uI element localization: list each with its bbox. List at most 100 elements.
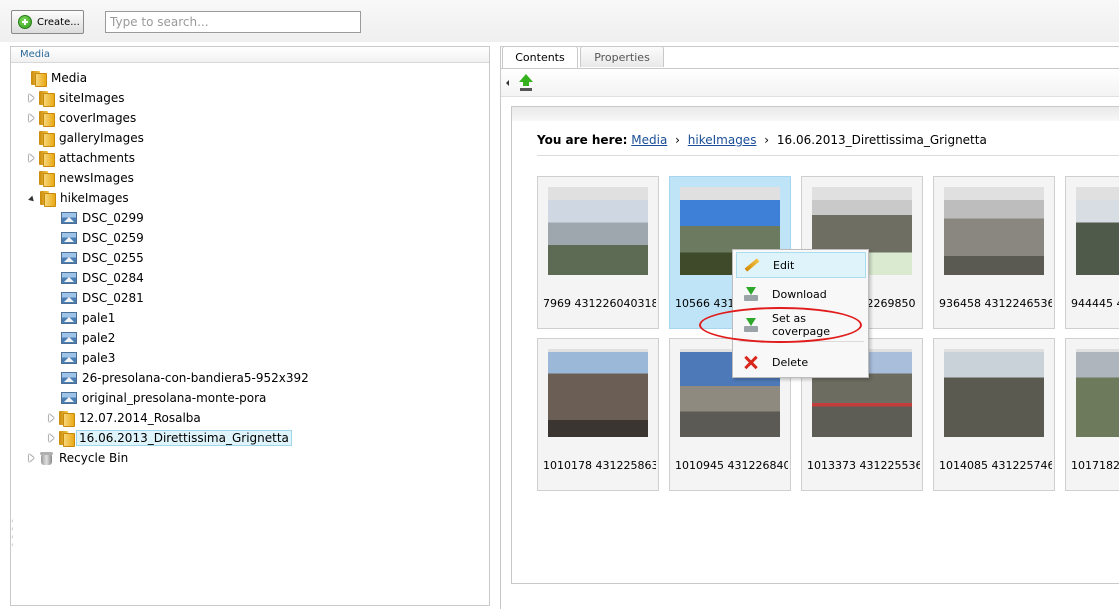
tree-item-recycle-bin[interactable]: Recycle Bin: [29, 449, 128, 467]
tree-item-label: galleryImages: [59, 131, 144, 145]
tree-item-label: pale2: [82, 331, 116, 345]
tree-item-label: 16.06.2013_Direttissima_Grignetta: [76, 430, 292, 446]
tree-item-label: hikeImages: [60, 191, 129, 205]
tree-item-label: 26-presolana-con-bandiera5-952x392: [82, 371, 309, 385]
expand-arrow-icon[interactable]: [29, 94, 34, 102]
menu-item-label: Download: [772, 287, 827, 301]
photo-preview: [944, 200, 1044, 275]
pencil-icon: [743, 256, 761, 274]
tree-item-folder[interactable]: Media: [21, 69, 87, 87]
thumbnail-image: [944, 187, 1044, 275]
image-file-icon: [61, 332, 77, 344]
tree-item-label: DSC_0284: [82, 271, 144, 285]
folder-icon: [39, 110, 55, 127]
tree-item-folder[interactable]: siteImages: [29, 89, 125, 107]
create-button[interactable]: Create...: [11, 10, 84, 34]
tree-item-folder[interactable]: 16.06.2013_Direttissima_Grignetta: [49, 429, 292, 447]
expand-arrow-icon[interactable]: [49, 434, 54, 442]
tree-item-folder[interactable]: newsImages: [29, 169, 134, 187]
tree-item-image[interactable]: pale2: [61, 329, 115, 347]
tree-item-label: DSC_0259: [82, 231, 144, 245]
media-thumbnail[interactable]: 936458 431224653651: [933, 176, 1055, 329]
tab-contents[interactable]: Contents: [502, 46, 578, 68]
image-file-icon: [61, 372, 77, 384]
context-menu: Edit Download Set as coverpage Delete: [732, 249, 869, 378]
tree-item-label: pale1: [82, 311, 116, 325]
breadcrumb-link-media[interactable]: Media: [631, 133, 667, 147]
tree-item-folder[interactable]: 12.07.2014_Rosalba: [49, 409, 201, 427]
tree-item-image[interactable]: pale1: [61, 309, 115, 327]
expand-arrow-icon[interactable]: [49, 414, 54, 422]
menu-item-label: Set as coverpage: [772, 312, 831, 338]
folder-icon: [39, 130, 55, 147]
breadcrumb-link-hikeimages[interactable]: hikeImages: [688, 133, 757, 147]
tree-item-label: coverImages: [59, 111, 137, 125]
tree-item-label: DSC_0299: [82, 211, 144, 225]
tree-item-label: DSC_0281: [82, 291, 144, 305]
tab-bar: Contents Properties: [501, 46, 1119, 68]
menu-item-delete[interactable]: Delete: [736, 349, 866, 375]
media-thumbnail[interactable]: 944445 43122: [1065, 176, 1119, 329]
menu-item-edit[interactable]: Edit: [736, 252, 866, 278]
photo-preview: [548, 200, 648, 275]
collapse-arrow-icon[interactable]: [28, 195, 36, 203]
folder-icon: [59, 410, 75, 427]
thumbnail-caption: 1010178 431225863651: [543, 459, 656, 472]
media-thumbnail[interactable]: 1010178 431225863651: [537, 338, 659, 491]
tree-item-folder[interactable]: hikeImages: [28, 189, 129, 207]
tree-item-label: newsImages: [59, 171, 134, 185]
photo-preview: [944, 352, 1044, 437]
tree-item-label: original_presolana-monte-pora: [82, 391, 267, 405]
media-thumbnail[interactable]: 7969 431226040318435: [537, 176, 659, 329]
tree-item-label: Recycle Bin: [59, 451, 129, 465]
image-file-icon: [61, 232, 77, 244]
collapse-arrow-icon[interactable]: [506, 80, 509, 86]
thumbnail-caption: 936458 431224653651: [939, 297, 1052, 310]
thumbnail-caption: 1014085 431225746985: [939, 459, 1052, 472]
tree-item-image[interactable]: DSC_0284: [61, 269, 144, 287]
thumbnail-image: [548, 187, 648, 275]
add-icon: [18, 15, 32, 29]
tree-item-image[interactable]: DSC_0255: [61, 249, 144, 267]
menu-item-label: Edit: [773, 258, 795, 272]
panel-header: Media: [11, 47, 489, 63]
expand-arrow-icon[interactable]: [29, 454, 34, 462]
image-file-icon: [61, 272, 77, 284]
image-file-icon: [61, 352, 77, 364]
tree-item-image[interactable]: DSC_0259: [61, 229, 144, 247]
menu-item-download[interactable]: Download: [736, 281, 866, 307]
tab-contents-label: Contents: [515, 51, 565, 64]
expand-arrow-icon[interactable]: [29, 154, 34, 162]
tree-item-label: DSC_0255: [82, 251, 144, 265]
menu-item-set-as-coverpage[interactable]: Set as coverpage: [736, 312, 866, 338]
media-thumbnail[interactable]: 1014085 431225746985: [933, 338, 1055, 491]
photo-preview: [1076, 200, 1119, 275]
upload-icon[interactable]: [518, 74, 534, 90]
media-thumbnail[interactable]: 1017182 43122: [1065, 338, 1119, 491]
breadcrumb-separator: ›: [764, 133, 770, 147]
menu-separator: [739, 341, 864, 342]
thumbnail-caption: 1010945 4312268403151: [675, 459, 788, 472]
tree-item-folder[interactable]: attachments: [29, 149, 135, 167]
thumbnail-image: [1076, 349, 1119, 437]
tree-item-image[interactable]: 26-presolana-con-bandiera5-952x392: [61, 369, 309, 387]
tree-item-image[interactable]: DSC_0299: [61, 209, 144, 227]
thumbnail-image: [944, 349, 1044, 437]
expand-arrow-icon[interactable]: [29, 114, 34, 122]
image-file-icon: [61, 392, 77, 404]
thumbnail-caption: 1013373 431225536985: [807, 459, 920, 472]
search-input[interactable]: [105, 11, 361, 33]
tab-properties[interactable]: Properties: [580, 46, 664, 67]
menu-item-label: Delete: [772, 355, 809, 369]
panel-splitter-handle[interactable]: ‹ ‹ ‹ ‹: [11, 517, 19, 557]
breadcrumb: You are here: Media › hikeImages › 16.06…: [537, 133, 987, 147]
image-file-icon: [61, 252, 77, 264]
tree-item-image[interactable]: pale3: [61, 349, 115, 367]
tree-item-image[interactable]: DSC_0281: [61, 289, 144, 307]
folder-icon: [39, 150, 55, 167]
thumbnail-caption: 944445 43122: [1071, 297, 1119, 310]
folder-icon: [59, 430, 75, 447]
tree-item-image[interactable]: original_presolana-monte-pora: [61, 389, 266, 407]
tree-item-folder[interactable]: coverImages: [29, 109, 136, 127]
tree-item-folder[interactable]: galleryImages: [29, 129, 144, 147]
